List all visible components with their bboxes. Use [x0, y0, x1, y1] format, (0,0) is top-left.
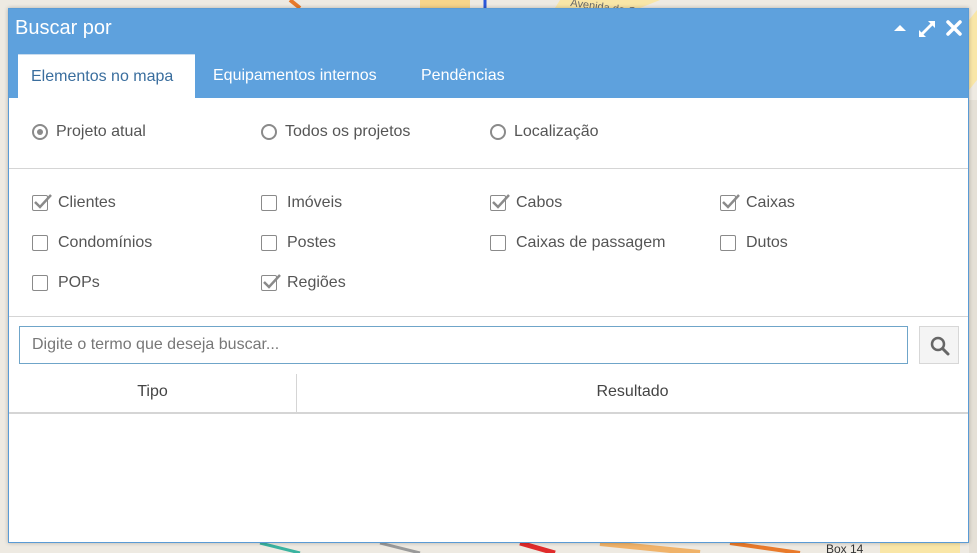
checkbox[interactable] [32, 194, 52, 211]
map-box-label: Box 14 [826, 542, 864, 553]
column-header-resultado[interactable]: Resultado [297, 372, 968, 412]
checkbox-postes[interactable]: Postes [261, 234, 336, 252]
checkbox-cabos[interactable]: Cabos [490, 194, 562, 212]
scope-options: Projeto atual Todos os projetos Localiza… [9, 98, 968, 169]
checkbox-label: Caixas [746, 194, 795, 211]
radio-button[interactable] [490, 124, 506, 140]
checkbox-label: Imóveis [287, 194, 343, 211]
checkbox-pops[interactable]: POPs [32, 274, 100, 292]
checkmark-icon [263, 274, 281, 289]
checkbox-label: Caixas de passagem [516, 234, 666, 251]
radio-localizacao[interactable]: Localização [490, 123, 599, 141]
checkbox[interactable] [32, 235, 48, 251]
checkbox[interactable] [261, 274, 281, 291]
checkbox[interactable] [720, 194, 740, 211]
search-button[interactable] [919, 326, 959, 364]
radio-projeto-atual[interactable]: Projeto atual [32, 123, 146, 141]
checkmark-icon [722, 194, 740, 209]
tab-elementos-no-mapa[interactable]: Elementos no mapa [18, 54, 195, 98]
checkbox-dutos[interactable]: Dutos [720, 234, 788, 252]
checkbox-imoveis[interactable]: Imóveis [261, 194, 342, 212]
checkbox-label: Regiões [287, 274, 346, 291]
results-table-body [9, 414, 968, 542]
radio-button[interactable] [261, 124, 277, 140]
search-input[interactable] [19, 326, 908, 364]
checkbox-label: Condomínios [58, 234, 153, 251]
column-header-tipo[interactable]: Tipo [9, 372, 296, 412]
expand-icon[interactable] [917, 19, 935, 37]
checkbox-caixas-de-passagem[interactable]: Caixas de passagem [490, 234, 665, 252]
checkbox-label: Dutos [746, 234, 788, 251]
radio-label: Projeto atual [56, 123, 146, 140]
radio-label: Localização [514, 123, 599, 140]
results-table-header: Tipo Resultado [9, 372, 968, 414]
search-dialog: Buscar por Elementos no mapa Equipamento… [8, 8, 969, 543]
checkmark-icon [34, 194, 52, 209]
radio-label: Todos os projetos [285, 123, 411, 140]
radio-todos-os-projetos[interactable]: Todos os projetos [261, 123, 410, 141]
checkbox-label: Postes [287, 234, 336, 251]
checkbox-regioes[interactable]: Regiões [261, 274, 346, 292]
checkbox-label: Cabos [516, 194, 563, 211]
element-filters: Clientes Imóveis Cabos Caixas Condomínio… [9, 169, 968, 317]
checkbox-clientes[interactable]: Clientes [32, 194, 116, 212]
checkbox[interactable] [261, 235, 277, 251]
checkbox-condominios[interactable]: Condomínios [32, 234, 152, 252]
checkbox[interactable] [490, 194, 510, 211]
search-icon [930, 336, 950, 356]
tab-bar: Elementos no mapa Equipamentos internos … [9, 54, 968, 98]
checkmark-icon [492, 194, 510, 209]
caret-up-icon[interactable] [891, 19, 909, 37]
checkbox-label: POPs [58, 274, 100, 291]
checkbox[interactable] [32, 275, 48, 291]
checkbox[interactable] [720, 235, 736, 251]
checkbox[interactable] [490, 235, 506, 251]
checkbox[interactable] [261, 195, 277, 211]
dialog-title: Buscar por [15, 17, 112, 39]
tab-equipamentos-internos[interactable]: Equipamentos internos [201, 54, 389, 98]
checkbox-label: Clientes [58, 194, 116, 211]
tab-pendencias[interactable]: Pendências [409, 54, 517, 98]
close-icon[interactable] [945, 19, 963, 37]
checkbox-caixas[interactable]: Caixas [720, 194, 795, 212]
dialog-titlebar[interactable]: Buscar por Elementos no mapa Equipamento… [9, 9, 968, 98]
radio-button[interactable] [32, 124, 48, 140]
